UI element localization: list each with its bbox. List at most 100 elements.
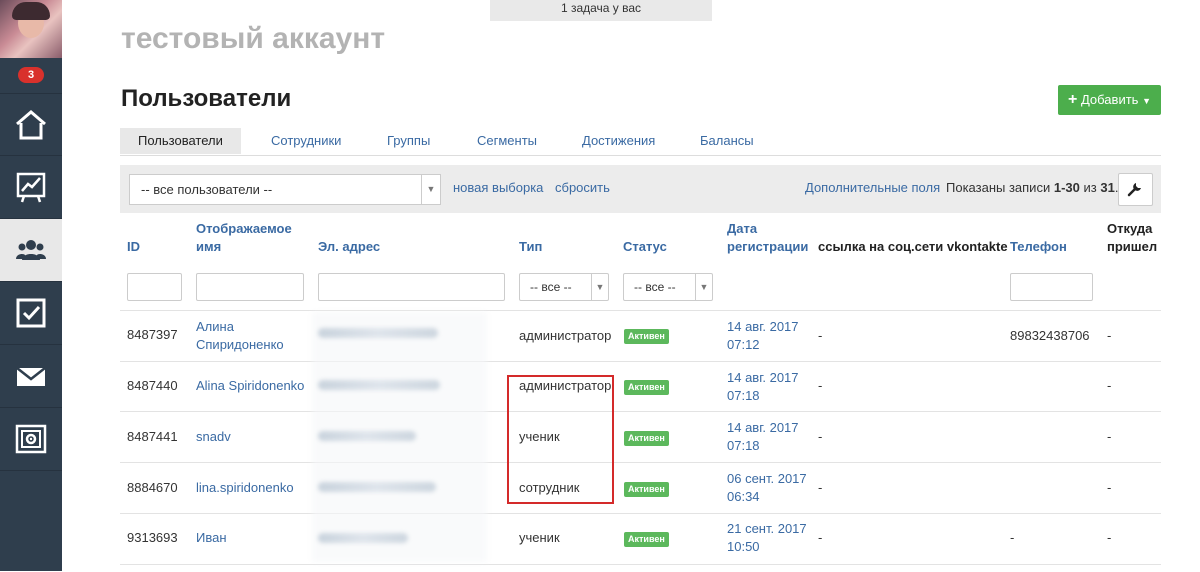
row-4-id: 8884670 [127, 480, 178, 495]
row-2-date-line2: 07:18 [727, 388, 760, 403]
type-filter-value: -- все -- [530, 280, 572, 294]
caret-down-icon: ▼ [1142, 96, 1151, 106]
records-total: 31 [1100, 180, 1115, 195]
col-type[interactable]: Тип [519, 238, 542, 256]
col-date-line2: регистрации [727, 239, 809, 254]
row-1-name[interactable]: Алина Спиридоненко [196, 318, 284, 354]
row-3-vk: - [818, 429, 823, 444]
reset-link[interactable]: сбросить [555, 180, 610, 195]
row-2-date-line1: 14 авг. 2017 [727, 370, 799, 385]
col-date[interactable]: Дата регистрации [727, 220, 808, 256]
row-4-email-redacted [318, 482, 436, 492]
col-name-line2: имя [196, 239, 222, 254]
sidebar: 3 [0, 0, 62, 571]
sidebar-item-users[interactable] [0, 218, 62, 281]
col-from-line2: пришел [1107, 239, 1158, 254]
row-1-date-line1: 14 авг. 2017 [727, 319, 799, 334]
row-5-type: ученик [519, 530, 560, 545]
users-icon [16, 240, 46, 260]
row-4-date-line1: 06 сент. 2017 [727, 471, 807, 486]
sidebar-item-home[interactable] [0, 93, 62, 156]
row-divider [120, 310, 1161, 311]
id-filter-input[interactable] [127, 273, 182, 301]
row-1-from: - [1107, 328, 1112, 343]
row-5-vk: - [818, 530, 823, 545]
row-3-date-line1: 14 авг. 2017 [727, 420, 799, 435]
row-2-date[interactable]: 14 авг. 2017 07:18 [727, 369, 799, 405]
status-filter-value: -- все -- [634, 280, 676, 294]
row-4-name[interactable]: lina.spiridonenko [196, 479, 294, 497]
settings-button[interactable] [1118, 173, 1153, 206]
safe-icon [15, 424, 47, 454]
records-prefix: Показаны записи [946, 180, 1051, 195]
records-range: 1-30 [1053, 180, 1080, 195]
status-filter-select[interactable]: -- все -- ▼ [623, 273, 713, 301]
row-1-id: 8487397 [127, 327, 178, 342]
row-5-date[interactable]: 21 сент. 2017 10:50 [727, 520, 807, 556]
sidebar-item-reports[interactable] [0, 155, 62, 218]
tasks-banner[interactable]: 1 задача у вас [490, 0, 712, 21]
tab-users[interactable]: Пользователи [120, 128, 241, 154]
mail-icon [16, 367, 46, 386]
tab-employees[interactable]: Сотрудники [271, 128, 341, 154]
row-3-date-line2: 07:18 [727, 438, 760, 453]
row-1-type: администратор [519, 328, 612, 343]
row-2-vk: - [818, 378, 823, 393]
chevron-down-icon: ▼ [421, 175, 440, 204]
avatar[interactable] [0, 0, 62, 58]
col-name[interactable]: Отображаемое имя [196, 220, 292, 256]
row-5-status-badge: Активен [624, 532, 669, 547]
phone-filter-input[interactable] [1010, 273, 1093, 301]
col-id[interactable]: ID [127, 238, 140, 256]
chart-icon [16, 172, 46, 203]
row-divider [120, 513, 1161, 514]
tab-groups[interactable]: Группы [387, 128, 430, 154]
row-4-date[interactable]: 06 сент. 2017 06:34 [727, 470, 807, 506]
row-1-date[interactable]: 14 авг. 2017 07:12 [727, 318, 799, 354]
row-2-email-redacted [318, 380, 440, 390]
row-1-phone: 89832438706 [1010, 328, 1090, 343]
row-1-name-line1: Алина [196, 319, 234, 334]
tab-balances[interactable]: Балансы [700, 128, 754, 154]
tab-segments[interactable]: Сегменты [477, 128, 537, 154]
name-filter-input[interactable] [196, 273, 304, 301]
row-5-date-line2: 10:50 [727, 539, 760, 554]
email-filter-input[interactable] [318, 273, 505, 301]
home-icon [16, 110, 46, 140]
col-vk: ссылка на соц.сети vkontakte [818, 239, 1008, 254]
row-2-name[interactable]: Alina Spiridonenko [196, 377, 304, 395]
page-title: Пользователи [121, 85, 292, 112]
plus-icon: + [1068, 91, 1078, 108]
tabs-divider [120, 155, 1161, 156]
row-5-email-redacted [318, 533, 408, 543]
add-button-label: Добавить [1080, 92, 1139, 107]
type-filter-select[interactable]: -- все -- ▼ [519, 273, 609, 301]
tab-achievements[interactable]: Достижения [582, 128, 655, 154]
extra-fields-link[interactable]: Дополнительные поля [805, 180, 940, 195]
row-3-date[interactable]: 14 авг. 2017 07:18 [727, 419, 799, 455]
row-1-email-redacted [318, 328, 438, 338]
row-3-id: 8487441 [127, 429, 178, 444]
avatar-hair [12, 2, 50, 20]
col-email[interactable]: Эл. адрес [318, 238, 380, 256]
new-selection-link[interactable]: новая выборка [453, 180, 543, 195]
sidebar-item-settings[interactable] [0, 407, 62, 470]
row-2-status-badge: Активен [624, 380, 669, 395]
add-button[interactable]: + Добавить ▼ [1058, 85, 1161, 115]
checkbox-icon [16, 298, 46, 328]
col-status[interactable]: Статус [623, 238, 667, 256]
sidebar-item-messages[interactable] [0, 344, 62, 407]
row-2-id: 8487440 [127, 378, 178, 393]
row-4-from: - [1107, 480, 1112, 495]
selection-select[interactable]: -- все пользователи -- ▼ [129, 174, 441, 205]
row-divider [120, 462, 1161, 463]
row-5-name[interactable]: Иван [196, 529, 227, 547]
row-3-name[interactable]: snadv [196, 428, 231, 446]
notification-badge[interactable]: 3 [18, 67, 44, 83]
row-3-email-redacted [318, 431, 416, 441]
row-4-vk: - [818, 480, 823, 495]
sidebar-item-tasks[interactable] [0, 281, 62, 344]
col-phone[interactable]: Телефон [1010, 238, 1067, 256]
row-5-from: - [1107, 530, 1112, 545]
filter-bar: -- все пользователи -- ▼ новая выборка с… [120, 165, 1161, 213]
